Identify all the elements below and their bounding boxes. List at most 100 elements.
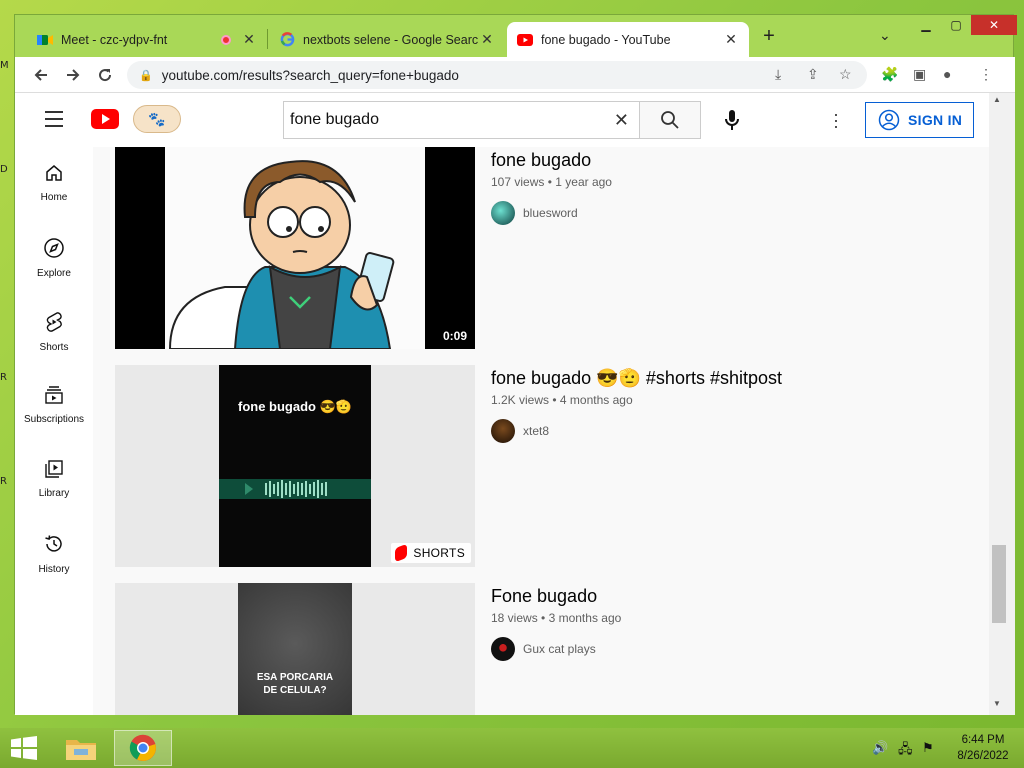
video-stats: 1.2K views • 4 months ago — [491, 393, 971, 407]
guide-menu-icon[interactable] — [45, 111, 63, 132]
back-button[interactable] — [29, 63, 53, 87]
audio-waveform-image — [219, 479, 371, 499]
search-input[interactable]: fone bugado ✕ — [283, 101, 639, 139]
close-tab-icon[interactable]: ✕ — [241, 31, 257, 48]
system-clock[interactable]: 6:44 PM 8/26/2022 — [948, 732, 1018, 764]
video-result[interactable]: 0:09 fone bugado 107 views • 1 year ago … — [115, 147, 975, 349]
side-panel-icon[interactable]: ▣ — [913, 66, 926, 83]
channel-avatar[interactable] — [491, 201, 515, 225]
cartoon-thumbnail-image — [165, 147, 425, 349]
minimize-button[interactable]: ▁ — [911, 15, 941, 35]
guide-item-explore[interactable]: Explore — [15, 237, 93, 279]
search-results: 0:09 fone bugado 107 views • 1 year ago … — [93, 147, 989, 715]
profile-avatar-icon[interactable]: ● — [943, 66, 951, 82]
network-icon[interactable]: 🖧 — [898, 740, 913, 762]
youtube-logo-icon[interactable] — [91, 109, 119, 129]
video-result[interactable]: ESA PORCARIA DE CELULA? Fone bugado 18 v… — [115, 583, 975, 715]
reload-button[interactable] — [93, 63, 117, 87]
video-views: 18 views — [491, 611, 538, 625]
history-icon — [45, 535, 62, 552]
lock-icon: 🔒 — [139, 69, 153, 82]
start-button[interactable] — [10, 736, 38, 760]
guide-item-label: Explore — [37, 268, 71, 279]
page-scrollbar[interactable]: ▲ ▼ — [989, 93, 1015, 715]
forward-arrow-icon — [67, 69, 80, 81]
video-stats: 18 views • 3 months ago — [491, 611, 971, 625]
guide-item-history[interactable]: History — [15, 533, 93, 575]
youtube-doodle-icon[interactable]: 🐾 — [133, 105, 181, 133]
channel-name[interactable]: xtet8 — [523, 424, 549, 438]
install-app-icon[interactable]: ⤓ — [775, 66, 781, 83]
subscriptions-icon — [45, 386, 63, 404]
account-circle-icon — [878, 109, 900, 131]
sign-in-button[interactable]: SIGN IN — [865, 102, 974, 138]
guide-item-label: Subscriptions — [23, 414, 85, 425]
desktop-edge-label: D — [0, 164, 8, 175]
channel-name[interactable]: Gux cat plays — [523, 642, 596, 656]
tab-google-search[interactable]: nextbots selene - Google Search ✕ — [269, 22, 505, 57]
channel-row[interactable]: bluesword — [491, 201, 971, 225]
channel-avatar[interactable] — [491, 637, 515, 661]
scroll-up-icon[interactable]: ▲ — [993, 95, 1001, 104]
video-title[interactable]: fone bugado — [491, 147, 971, 173]
taskbar: 🔊 🖧 ⚑ 6:44 PM 8/26/2022 — [0, 728, 1024, 768]
maximize-button[interactable]: ▢ — [941, 15, 971, 35]
video-age: 4 months ago — [559, 393, 633, 407]
tab-youtube[interactable]: fone bugado - YouTube ✕ — [507, 22, 749, 57]
channel-avatar[interactable] — [491, 419, 515, 443]
video-meta: Fone bugado 18 views • 3 months ago Gux … — [491, 583, 971, 661]
new-tab-button[interactable]: + — [757, 25, 781, 48]
close-tab-icon[interactable]: ✕ — [479, 31, 495, 48]
channel-row[interactable]: Gux cat plays — [491, 637, 971, 661]
shorts-logo-icon — [395, 543, 408, 563]
tab-search-chevron-icon[interactable]: ⌄ — [879, 27, 891, 44]
folder-icon — [66, 740, 96, 760]
scroll-down-icon[interactable]: ▼ — [993, 699, 1001, 708]
scrollbar-thumb[interactable] — [992, 545, 1006, 623]
video-title[interactable]: fone bugado 😎🫡 #shorts #shitpost — [491, 365, 971, 391]
volume-icon[interactable]: 🔊 — [872, 740, 888, 756]
browser-menu-icon[interactable]: ⋮ — [979, 66, 993, 83]
shorts-badge: SHORTS — [391, 543, 471, 563]
extensions-icon[interactable]: 🧩 — [881, 66, 898, 83]
search-button[interactable] — [639, 101, 701, 139]
youtube-header: 🐾 fone bugado ✕ · · · SIGN IN — [15, 93, 989, 147]
clear-search-icon[interactable]: ✕ — [614, 110, 629, 131]
guide-item-subscriptions[interactable]: Subscriptions — [15, 385, 93, 425]
video-thumbnail[interactable]: 0:09 — [115, 147, 475, 349]
tab-title: nextbots selene - Google Search — [303, 32, 479, 47]
shorts-badge-label: SHORTS — [413, 546, 465, 560]
channel-row[interactable]: xtet8 — [491, 419, 971, 443]
video-result[interactable]: fone bugado 😎🫡 SHORTS fone bugado 😎🫡 #sh… — [115, 365, 975, 567]
tab-divider — [267, 29, 268, 49]
compass-icon — [44, 238, 64, 258]
guide-item-library[interactable]: Library — [15, 459, 93, 499]
video-thumbnail[interactable]: ESA PORCARIA DE CELULA? — [115, 583, 475, 715]
tab-strip: Meet - czc-ydpv-fnt ✕ nextbots selene - … — [15, 15, 1017, 57]
library-icon — [45, 460, 63, 478]
chrome-taskbar-button[interactable] — [114, 730, 172, 766]
close-tab-icon[interactable]: ✕ — [723, 31, 739, 48]
bookmark-star-icon[interactable]: ☆ — [839, 66, 852, 83]
video-views: 107 views — [491, 175, 545, 189]
desktop-edge-label: R — [0, 372, 7, 383]
channel-name[interactable]: bluesword — [523, 206, 578, 220]
video-thumbnail[interactable]: fone bugado 😎🫡 SHORTS — [115, 365, 475, 567]
tab-meet[interactable]: Meet - czc-ydpv-fnt ✕ — [27, 22, 267, 57]
video-age: 3 months ago — [548, 611, 622, 625]
guide-item-shorts[interactable]: Shorts — [15, 311, 93, 353]
shorts-icon — [46, 312, 62, 332]
video-title[interactable]: Fone bugado — [491, 583, 971, 609]
close-window-button[interactable]: ✕ — [971, 15, 1017, 35]
clock-date: 8/26/2022 — [957, 750, 1009, 762]
address-bar[interactable]: 🔒 youtube.com/results?search_query=fone+… — [127, 61, 867, 89]
thumbnail-caption: fone bugado 😎🫡 — [238, 399, 352, 414]
video-stats: 107 views • 1 year ago — [491, 175, 971, 189]
action-center-flag-icon[interactable]: ⚑ — [922, 740, 934, 756]
voice-search-button[interactable] — [719, 107, 745, 133]
file-explorer-button[interactable] — [52, 730, 110, 766]
forward-button[interactable] — [61, 63, 85, 87]
guide-item-home[interactable]: Home — [15, 163, 93, 203]
settings-menu-icon[interactable]: · · · — [833, 105, 839, 135]
share-icon[interactable]: ⇪ — [807, 66, 819, 83]
